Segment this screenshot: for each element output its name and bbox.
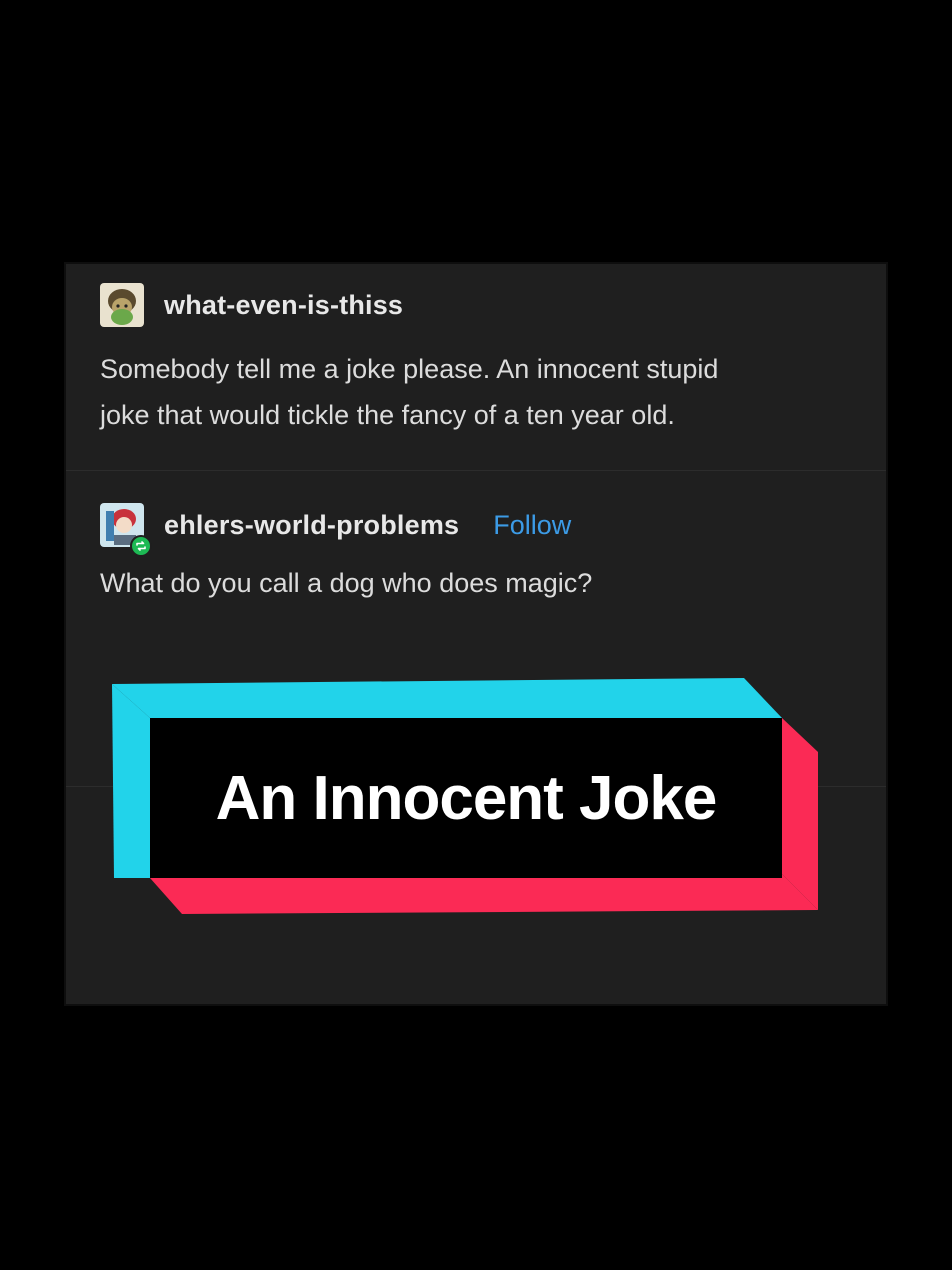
post-header: ehlers-world-problems Follow	[100, 502, 852, 557]
banner-pink-bottom	[150, 874, 818, 914]
post-text: What do you call a dog who does magic?	[100, 568, 593, 598]
cartoon-avatar-icon[interactable]	[100, 283, 144, 327]
overlay-title: An Innocent Joke	[215, 763, 718, 833]
follow-button[interactable]: Follow	[493, 510, 571, 541]
banner-cyan-left	[112, 684, 150, 878]
title-banner: An Innocent Joke	[110, 678, 822, 916]
post-divider	[66, 470, 886, 471]
original-post: what-even-is-thiss Somebody tell me a jo…	[100, 282, 852, 438]
reply-post: ehlers-world-problems Follow What do you…	[100, 502, 852, 606]
anime-avatar-icon[interactable]	[100, 503, 152, 557]
post-text: Somebody tell me a joke please. An innoc…	[100, 354, 719, 430]
banner-cyan-top	[112, 678, 782, 718]
post-header: what-even-is-thiss	[100, 282, 852, 328]
username[interactable]: ehlers-world-problems	[164, 510, 459, 541]
username[interactable]: what-even-is-thiss	[164, 290, 403, 321]
reblog-icon	[130, 535, 152, 557]
